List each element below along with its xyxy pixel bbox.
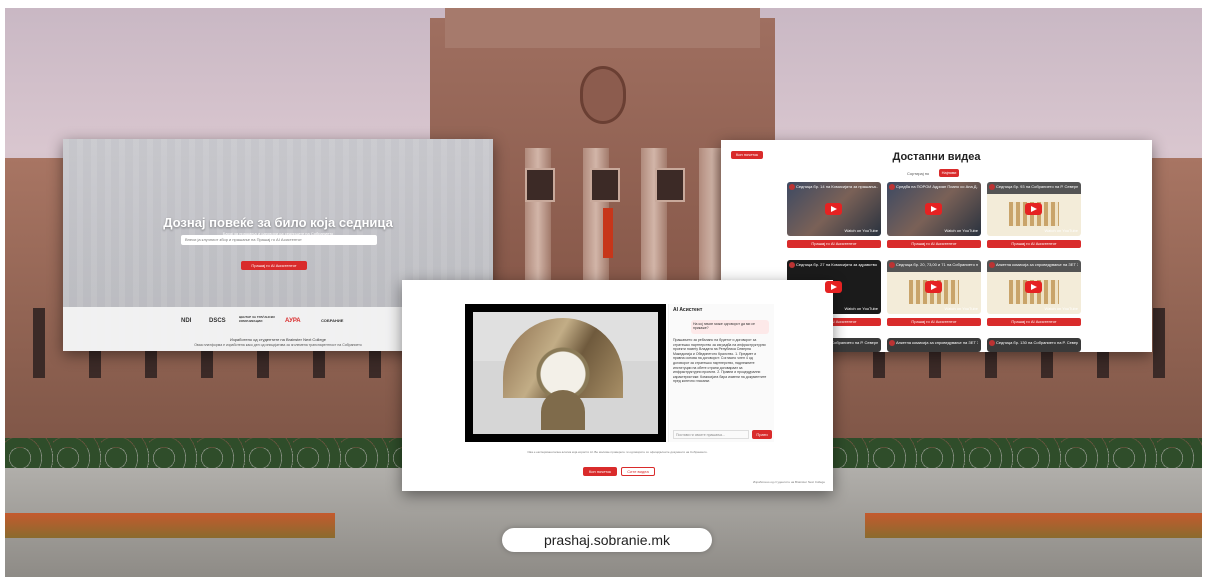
hero-search-input[interactable]: Внеси ја клучниот збор и прашање на Праш… bbox=[181, 235, 377, 245]
watch-on-youtube-label[interactable]: Watch on YouTube bbox=[844, 306, 878, 311]
logo-ndi: NDI bbox=[181, 318, 192, 324]
channel-avatar bbox=[889, 262, 895, 268]
video-title: Седница бр. 20, 73,00 и 71 на Собранието… bbox=[896, 262, 978, 267]
ask-ai-button[interactable]: Прашај го AI Асистентот bbox=[241, 261, 307, 270]
video-title: Седница бр. 27 на Комисијата за здравств… bbox=[796, 262, 878, 267]
watch-on-youtube-label[interactable]: Watch on YouTube bbox=[1044, 228, 1078, 233]
video-card[interactable]: Седница бр. 20, 73,00 и 71 на Собранието… bbox=[887, 260, 981, 332]
hero-title: Дознај повеќе за било која седница bbox=[163, 215, 393, 230]
all-videos-button[interactable]: Сите видеа bbox=[621, 467, 655, 476]
channel-avatar bbox=[989, 262, 995, 268]
building-tower-top bbox=[445, 8, 760, 48]
video-thumbnail[interactable]: Анкетна комисија за спроведување на ЗЕТ … bbox=[887, 338, 981, 352]
video-title: Средба на ПОРОИ Адриан Пиано со Ана Д... bbox=[896, 184, 978, 189]
ai-chat-sidebar: AI Асистент На кој начин може одговорот … bbox=[668, 304, 774, 442]
flag bbox=[603, 208, 613, 258]
mosaic-arch bbox=[541, 390, 585, 430]
video-title: Анкетна комисија за спроведување на ЗЕТ … bbox=[996, 262, 1078, 267]
ask-ai-video-button[interactable]: Прашај го AI Асистентот bbox=[887, 240, 981, 248]
video-card[interactable]: Седница бр. 93 на Собранието на Р. Север… bbox=[987, 182, 1081, 254]
channel-avatar bbox=[889, 184, 895, 190]
video-thumbnail[interactable]: Средба на ПОРОИ Адриан Пиано со Ана Д...… bbox=[887, 182, 981, 236]
sort-label: Сортирај по bbox=[907, 171, 930, 176]
video-frame bbox=[473, 312, 658, 434]
watch-on-youtube-label[interactable]: Watch on YouTube bbox=[844, 228, 878, 233]
flowerbed-right bbox=[865, 513, 1202, 538]
video-player[interactable] bbox=[465, 304, 666, 442]
building-window bbox=[590, 168, 620, 202]
user-message: На кој начин може одговорот да ми се при… bbox=[691, 320, 769, 334]
video-title: Седница бр. 93 на Собранието на Р. Север… bbox=[996, 184, 1078, 189]
sort-newest-button[interactable]: Најнови bbox=[939, 169, 959, 177]
play-icon[interactable] bbox=[925, 281, 942, 293]
chat-header: AI Асистент bbox=[673, 307, 703, 313]
play-icon[interactable] bbox=[825, 281, 842, 293]
play-icon[interactable] bbox=[825, 203, 842, 215]
logo-sobranie: СОБРАНИЕ bbox=[321, 318, 344, 323]
video-thumbnail[interactable]: Седница бр. 20, 73,00 и 71 на Собранието… bbox=[887, 260, 981, 314]
video-thumbnail[interactable]: Анкетна комисија за спроведување на ЗЕТ … bbox=[987, 260, 1081, 314]
chat-page-screenshot: AI Асистент На кој начин може одговорот … bbox=[402, 280, 833, 491]
building-window bbox=[525, 168, 555, 202]
video-card[interactable]: Анкетна комисија за спроведување на ЗЕТ … bbox=[987, 260, 1081, 332]
play-icon[interactable] bbox=[1025, 203, 1042, 215]
watch-on-youtube-label[interactable]: Watch on YouTube bbox=[944, 306, 978, 311]
watch-on-youtube-label[interactable]: Watch on YouTube bbox=[944, 228, 978, 233]
send-button[interactable]: Прати bbox=[752, 430, 772, 439]
play-icon[interactable] bbox=[925, 203, 942, 215]
video-title: Анкетна комисија за спроведување на ЗЕТ … bbox=[896, 340, 978, 345]
disclaimer-note: Ова е експериментална алатка која корист… bbox=[527, 450, 708, 454]
flowerbed-left bbox=[5, 513, 335, 538]
logo-center: ЦЕНТАР ЗА ГРАЃАНСКИ КОМУНИКАЦИИ bbox=[239, 315, 275, 323]
watch-on-youtube-label[interactable]: Watch on YouTube bbox=[1044, 306, 1078, 311]
videos-title: Достапни видеа bbox=[892, 151, 981, 163]
ask-ai-video-button[interactable]: Прашај го AI Асистентот bbox=[787, 240, 881, 248]
video-card[interactable]: Седница бр. 130 на Собранието на Р. Севе… bbox=[987, 338, 1081, 352]
play-icon[interactable] bbox=[1025, 281, 1042, 293]
video-thumbnail[interactable]: Седница бр. 14 на Комисијата за прашања.… bbox=[787, 182, 881, 236]
video-thumbnail[interactable]: Седница бр. 130 на Собранието на Р. Севе… bbox=[987, 338, 1081, 352]
mosaic-mural bbox=[503, 318, 623, 398]
building-emblem bbox=[580, 66, 626, 124]
home-button[interactable]: Кон почеток bbox=[583, 467, 617, 476]
video-title: Седница бр. 14 на Комисијата за прашања.… bbox=[796, 184, 878, 189]
url-label: prashaj.sobranie.mk bbox=[502, 528, 712, 552]
logo-aura: АУРА bbox=[285, 318, 301, 324]
building-window bbox=[655, 168, 685, 202]
video-thumbnail[interactable]: Седница бр. 93 на Собранието на Р. Север… bbox=[987, 182, 1081, 236]
channel-avatar bbox=[889, 340, 895, 346]
chat-credit: Изработено од студентите на Brainster Ne… bbox=[753, 480, 825, 484]
video-title: Седница бр. 130 на Собранието на Р. Севе… bbox=[996, 340, 1078, 345]
channel-avatar bbox=[789, 184, 795, 190]
logo-dscs: DSCS bbox=[209, 318, 226, 324]
ask-ai-video-button[interactable]: Прашај го AI Асистентот bbox=[987, 318, 1081, 326]
ask-ai-video-button[interactable]: Прашај го AI Асистентот bbox=[887, 318, 981, 326]
video-card[interactable]: Средба на ПОРОИ Адриан Пиано со Ана Д...… bbox=[887, 182, 981, 254]
video-card[interactable]: Седница бр. 14 на Комисијата за прашања.… bbox=[787, 182, 881, 254]
channel-avatar bbox=[989, 184, 995, 190]
assistant-message: Прашањето за ребаланс на буџетот и догов… bbox=[673, 338, 767, 384]
ask-ai-video-button[interactable]: Прашај го AI Асистентот bbox=[987, 240, 1081, 248]
channel-avatar bbox=[789, 262, 795, 268]
video-card[interactable]: Анкетна комисија за спроведување на ЗЕТ … bbox=[887, 338, 981, 352]
chat-input[interactable]: Постави ги своите прашања... bbox=[673, 430, 749, 439]
channel-avatar bbox=[989, 340, 995, 346]
